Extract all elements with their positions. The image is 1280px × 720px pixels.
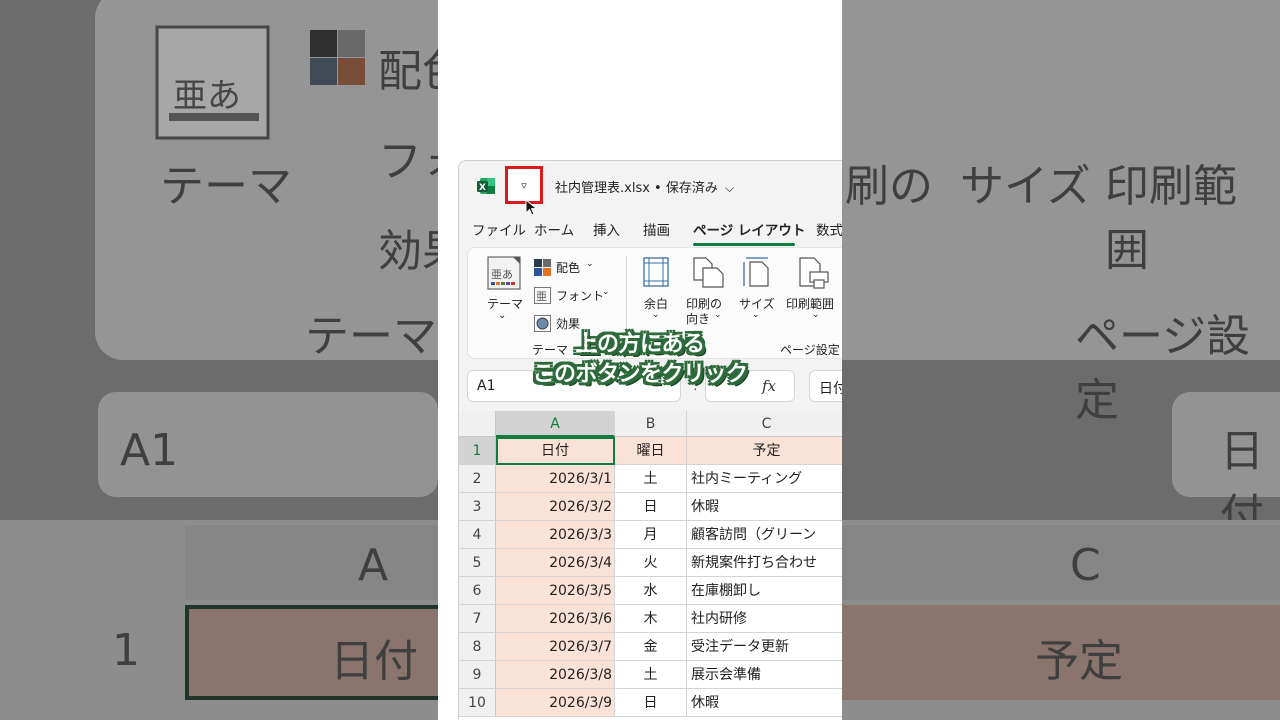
table-cell-date[interactable]: 2026/3/9 [496, 689, 615, 717]
table-cell-weekday[interactable]: 土 [615, 465, 687, 493]
table-cell-weekday[interactable]: 水 [615, 577, 687, 605]
select-all-corner[interactable] [459, 411, 496, 437]
row-header[interactable]: 3 [459, 493, 496, 521]
fonts-chevron-icon: ⌄ [602, 287, 610, 297]
color-palette-icon [534, 259, 551, 276]
column-header-b[interactable]: B [615, 411, 687, 437]
row-header[interactable]: 8 [459, 633, 496, 661]
svg-text:亜: 亜 [536, 290, 547, 303]
chevron-down-icon: ▿ [521, 178, 527, 192]
row-header[interactable]: 5 [459, 549, 496, 577]
excel-logo-icon: X [477, 178, 495, 194]
table-cell-schedule[interactable]: 社内研修 [687, 605, 842, 633]
row-header[interactable]: 9 [459, 661, 496, 689]
table-cell-weekday[interactable]: 日 [615, 689, 687, 717]
row-header[interactable]: 4 [459, 521, 496, 549]
tab-page-layout[interactable]: ページ レイアウト [693, 219, 805, 239]
title-chevron-icon: ⌵ [724, 181, 735, 195]
table-cell-weekday[interactable]: 土 [615, 661, 687, 689]
table-cell-date[interactable]: 2026/3/8 [496, 661, 615, 689]
table-cell-schedule[interactable]: 顧客訪問（グリーン [687, 521, 842, 549]
fonts-label: フォント [556, 289, 605, 303]
table-cell-date[interactable]: 2026/3/6 [496, 605, 615, 633]
table-cell-date[interactable]: 2026/3/7 [496, 633, 615, 661]
size-chevron-icon: ⌄ [752, 310, 760, 320]
title-bar: X ▿ 社内管理表.xlsx • 保存済み ⌵ [459, 161, 842, 216]
tab-home[interactable]: ホーム [534, 219, 574, 239]
margins-icon [643, 257, 669, 287]
spreadsheet-grid: A B C 1 日付 曜日 予定 2 2026/3/1 土社内ミーティング 3 2026… [459, 411, 842, 720]
fonts-button[interactable]: 亜 フォント ⌄ [534, 286, 614, 306]
document-title[interactable]: 社内管理表.xlsx • 保存済み ⌵ [555, 177, 734, 196]
table-cell-date[interactable]: 2026/3/4 [496, 549, 615, 577]
print-area-label: 印刷範囲 [786, 297, 835, 311]
row-header[interactable]: 6 [459, 577, 496, 605]
margins-button[interactable]: 余白 ⌄ [640, 254, 676, 326]
table-cell-schedule[interactable]: 休暇 [687, 493, 842, 521]
table-cell-weekday[interactable]: 木 [615, 605, 687, 633]
column-header-a[interactable]: A [496, 411, 615, 437]
caption-line-2: このボタンをクリック [532, 362, 748, 387]
document-title-text: 社内管理表.xlsx • 保存済み [555, 181, 718, 196]
active-tab-indicator [693, 243, 795, 246]
table-cell-date[interactable]: 2026/3/3 [496, 521, 615, 549]
print-area-button[interactable]: 印刷範囲 ⌄ [786, 254, 842, 326]
row-header[interactable]: 7 [459, 605, 496, 633]
colors-label: 配色 [556, 261, 581, 275]
table-cell-weekday[interactable]: 火 [615, 549, 687, 577]
colors-button[interactable]: 配色 ⌄ [534, 258, 604, 278]
cell-c1[interactable]: 予定 [687, 437, 842, 465]
table-cell-date[interactable]: 2026/3/5 [496, 577, 615, 605]
tab-insert[interactable]: 挿入 [593, 219, 620, 239]
tab-formulas[interactable]: 数式 [816, 219, 842, 239]
table-cell-schedule[interactable]: 展示会準備 [687, 661, 842, 689]
row-header[interactable]: 10 [459, 689, 496, 717]
video-caption: 上の方にある このボタンをクリック [438, 330, 842, 390]
margins-chevron-icon: ⌄ [652, 310, 660, 320]
table-cell-schedule[interactable]: 社内ミーティング [687, 465, 842, 493]
table-cell-schedule[interactable]: 受注データ更新 [687, 633, 842, 661]
row-header[interactable]: 1 [459, 437, 496, 465]
table-cell-schedule[interactable]: 新規案件打ち合わせ [687, 549, 842, 577]
table-cell-weekday[interactable]: 月 [615, 521, 687, 549]
excel-window: X ▿ 社内管理表.xlsx • 保存済み ⌵ ファイル ホーム 挿入 描画 ペ… [458, 160, 842, 720]
row-header[interactable]: 2 [459, 465, 496, 493]
table-cell-weekday[interactable]: 金 [615, 633, 687, 661]
print-area-icon [799, 257, 829, 289]
orientation-icon [693, 257, 724, 288]
video-frame: X ▿ 社内管理表.xlsx • 保存済み ⌵ ファイル ホーム 挿入 描画 ペ… [438, 0, 842, 720]
table-cell-weekday[interactable]: 日 [615, 493, 687, 521]
mouse-cursor-icon [525, 199, 538, 216]
column-header-c[interactable]: C [687, 411, 842, 437]
tab-draw[interactable]: 描画 [643, 219, 670, 239]
table-cell-schedule[interactable]: 在庫棚卸し [687, 577, 842, 605]
themes-chevron-icon: ⌄ [498, 310, 507, 321]
size-icon [743, 257, 769, 287]
table-cell-date[interactable]: 2026/3/2 [496, 493, 615, 521]
table-cell-schedule[interactable]: 休暇 [687, 689, 842, 717]
cell-a1[interactable]: 日付 [496, 437, 615, 465]
theme-icon: 亜あ [487, 256, 521, 290]
print-area-chevron-icon: ⌄ [812, 310, 820, 320]
svg-text:X: X [479, 183, 486, 193]
cell-b1[interactable]: 曜日 [615, 437, 687, 465]
font-icon: 亜 [534, 287, 551, 304]
orientation-button[interactable]: 印刷の 向き ⌄ [686, 254, 732, 332]
table-cell-date[interactable]: 2026/3/1 [496, 465, 615, 493]
themes-button[interactable]: 亜あ テーマ ⌄ [482, 254, 526, 326]
orientation-chevron-icon: ⌄ [714, 310, 722, 320]
svg-text:亜あ: 亜あ [491, 268, 513, 281]
ribbon-tabs: ファイル ホーム 挿入 描画 ページ レイアウト 数式 [459, 219, 842, 245]
caption-line-1: 上の方にある [575, 332, 705, 357]
colors-chevron-icon: ⌄ [586, 259, 594, 269]
tab-file[interactable]: ファイル [472, 219, 526, 239]
orientation-label-line2: 向き [686, 312, 711, 326]
size-button[interactable]: サイズ ⌄ [738, 254, 778, 326]
